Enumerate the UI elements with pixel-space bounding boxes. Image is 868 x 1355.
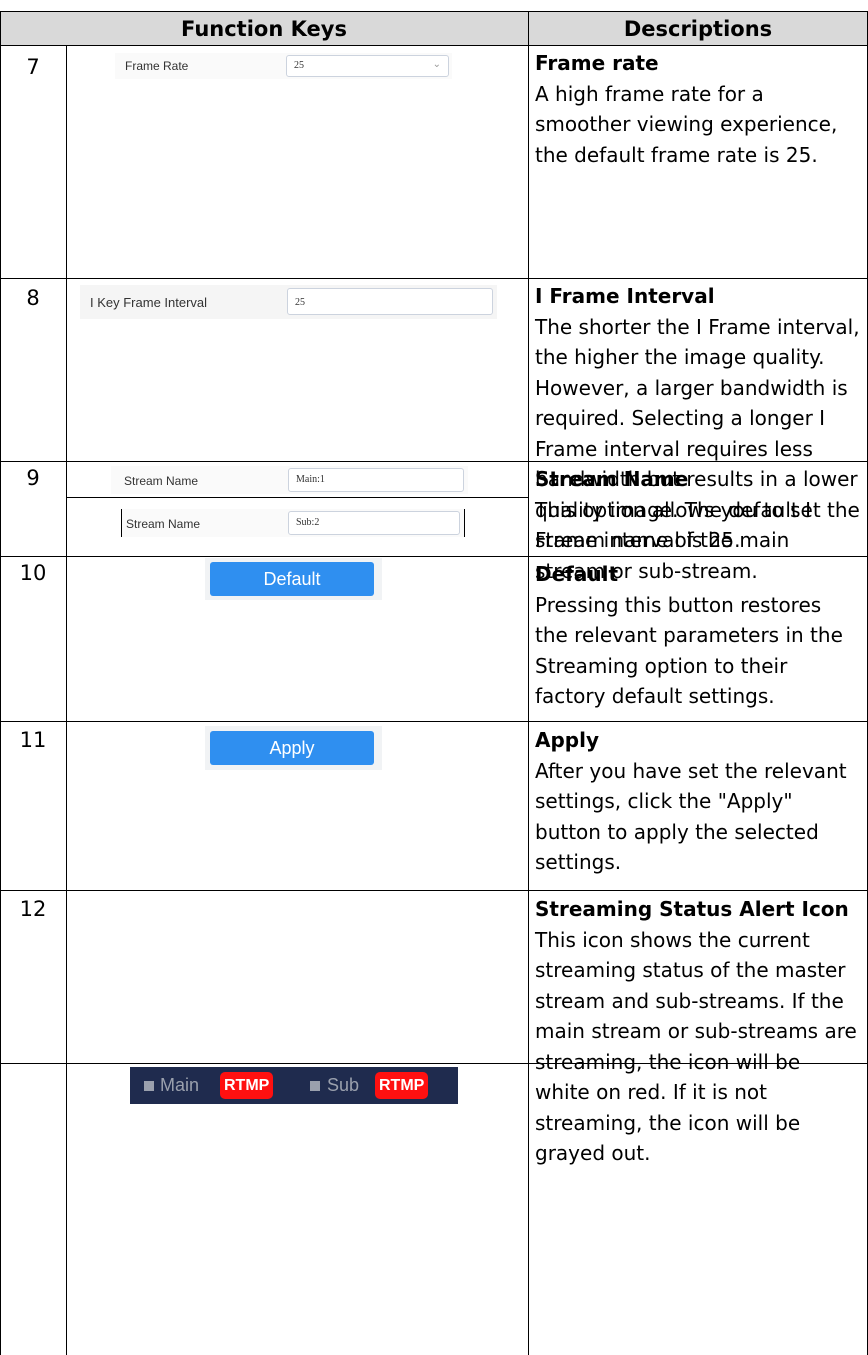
default-button-preview: Default: [205, 558, 382, 600]
apply-button-preview: Apply: [205, 726, 382, 770]
description-streaming-status: Streaming Status Alert Icon This icon sh…: [535, 894, 860, 1169]
description-default: Default Pressing this button restores th…: [535, 559, 860, 712]
description-body: After you have set the relevant settings…: [535, 758, 847, 875]
stream-name-main-setting: Stream Name Main:1: [111, 466, 468, 494]
stream-name-sub-setting: Stream Name Sub:2: [121, 509, 465, 537]
main-status-square-icon: [144, 1081, 154, 1091]
description-title: Streaming Status Alert Icon: [535, 897, 849, 921]
description-body: This icon shows the current streaming st…: [535, 927, 857, 1166]
description-frame-rate: Frame rate A high frame rate for a smoot…: [535, 48, 860, 170]
main-status-label: Main: [160, 1075, 200, 1095]
row-number: 8: [26, 286, 40, 310]
header-descriptions: Descriptions: [623, 17, 773, 41]
description-title: I Frame Interval: [535, 284, 715, 308]
streaming-status-bar: Main RTMP Sub RTMP: [130, 1067, 458, 1104]
sub-status-square-icon: [310, 1081, 320, 1091]
row-number: 12: [19, 897, 47, 921]
sub-status-label: Sub: [327, 1075, 360, 1095]
frame-rate-select[interactable]: 25 ⌄: [286, 55, 449, 77]
row-number: 11: [19, 728, 47, 752]
frame-rate-setting: Frame Rate 25 ⌄: [115, 53, 452, 79]
description-title: Apply: [535, 728, 600, 752]
frame-rate-label: Frame Rate: [125, 59, 189, 73]
stream-name-sub-label: Stream Name: [126, 517, 201, 531]
description-title: Stream Name: [535, 467, 689, 491]
description-title: Default: [535, 562, 619, 586]
function-keys-table: Function Keys Descriptions 7 Frame Rate …: [0, 0, 868, 1355]
frame-rate-value: 25: [294, 60, 304, 71]
stream-name-main-label: Stream Name: [124, 474, 199, 488]
chevron-down-icon: ⌄: [432, 59, 441, 70]
description-apply: Apply After you have set the relevant se…: [535, 725, 860, 878]
i-key-frame-label: I Key Frame Interval: [90, 295, 208, 310]
row-number: 9: [26, 466, 40, 490]
sub-rtmp-badge: RTMP: [375, 1072, 429, 1099]
stream-name-sub-input[interactable]: Sub:2: [288, 511, 460, 535]
row-number: 10: [19, 561, 47, 585]
main-rtmp-badge: RTMP: [220, 1072, 274, 1099]
row-number: 7: [26, 55, 40, 79]
i-key-frame-input[interactable]: 25: [287, 288, 493, 315]
i-key-frame-setting: I Key Frame Interval 25: [80, 285, 497, 319]
header-function-keys: Function Keys: [181, 17, 347, 41]
description-body: Pressing this button restores the releva…: [535, 592, 843, 709]
description-title: Frame rate: [535, 51, 659, 75]
description-body: A high frame rate for a smoother viewing…: [535, 81, 838, 167]
stream-name-main-input[interactable]: Main:1: [288, 468, 464, 492]
apply-button[interactable]: Apply: [210, 731, 374, 765]
default-button[interactable]: Default: [210, 562, 374, 596]
